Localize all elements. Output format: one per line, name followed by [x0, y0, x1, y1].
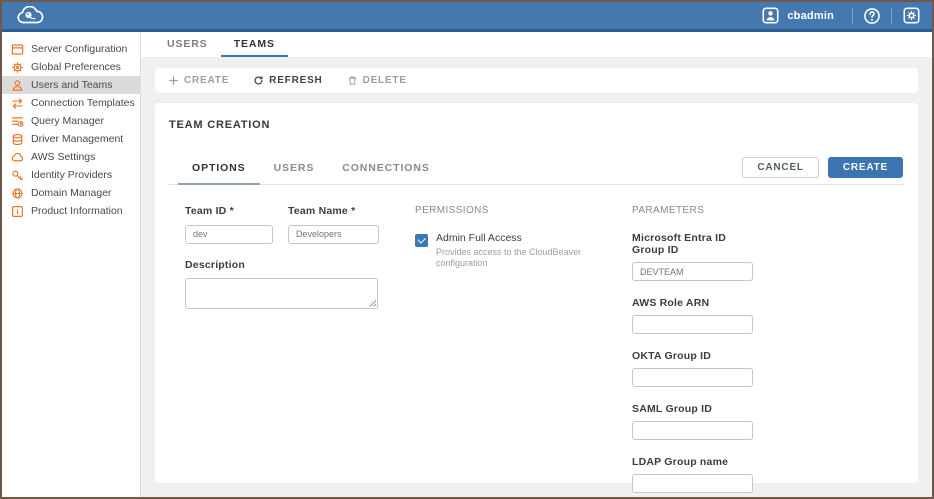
sidebar-item-label: Domain Manager — [31, 187, 112, 199]
panel-tabbar: OPTIONS USERS CONNECTIONS CANCEL CREATE — [169, 152, 903, 185]
delete-label: DELETE — [363, 75, 407, 86]
user-menu[interactable]: cbadmin — [759, 5, 834, 27]
globe-icon — [11, 187, 24, 200]
saml-group-id-input[interactable] — [632, 421, 753, 440]
sidebar-item-label: Global Preferences — [31, 61, 121, 73]
settings-icon[interactable] — [900, 5, 922, 27]
aws-role-arn-input[interactable] — [632, 315, 753, 334]
sidebar-item-domain-manager[interactable]: Domain Manager — [2, 184, 140, 202]
tab-teams[interactable]: TEAMS — [221, 32, 288, 57]
saml-group-id-label: SAML Group ID — [632, 403, 753, 415]
tab-connections[interactable]: CONNECTIONS — [328, 152, 444, 185]
sidebar-item-connection-templates[interactable]: Connection Templates — [2, 94, 140, 112]
okta-group-id-input[interactable] — [632, 368, 753, 387]
ldap-group-name-label: LDAP Group name — [632, 456, 753, 468]
delete-team-button[interactable]: DELETE — [347, 75, 407, 86]
description-textarea[interactable] — [185, 278, 378, 309]
sidebar-item-label: Query Manager — [31, 115, 104, 127]
admin-full-access-checkbox[interactable] — [415, 234, 428, 247]
cloud-icon — [11, 151, 24, 164]
top-bar: cbadmin — [2, 2, 932, 32]
tab-users[interactable]: USERS — [154, 32, 221, 57]
sidebar-item-label: Identity Providers — [31, 169, 112, 181]
main-area: USERS TEAMS CREATE — [141, 32, 932, 497]
sidebar-item-query-manager[interactable]: Query Manager — [2, 112, 140, 130]
entra-group-id-label: Microsoft Entra ID Group ID — [632, 232, 753, 256]
team-id-label: Team ID * — [185, 205, 273, 217]
team-name-label: Team Name * — [288, 205, 379, 217]
team-creation-panel: TEAM CREATION OPTIONS USERS CONNECTIONS … — [155, 103, 918, 483]
admin-full-access-description: Provides access to the CloudBeaver confi… — [436, 247, 601, 270]
sidebar-item-label: Driver Management — [31, 133, 123, 145]
server-configuration-icon — [11, 43, 24, 56]
cloudbeaver-logo — [15, 6, 45, 26]
cancel-button[interactable]: CANCEL — [742, 157, 818, 178]
username: cbadmin — [787, 10, 834, 22]
top-bar-actions: cbadmin — [759, 5, 922, 27]
trash-icon — [347, 75, 358, 86]
sidebar-item-label: AWS Settings — [31, 151, 95, 163]
sidebar-item-aws-settings[interactable]: AWS Settings — [2, 148, 140, 166]
sidebar-item-label: Connection Templates — [31, 97, 135, 109]
sidebar-item-users-and-teams[interactable]: Users and Teams — [2, 76, 140, 94]
description-label: Description — [185, 259, 379, 271]
info-icon — [11, 205, 24, 218]
sidebar-item-product-information[interactable]: Product Information — [2, 202, 140, 220]
database-icon — [11, 133, 24, 146]
parameters-header: PARAMETERS — [632, 205, 753, 216]
gear-icon — [11, 61, 24, 74]
teams-content: CREATE REFRESH DELETE — [141, 57, 932, 497]
refresh-button[interactable]: REFRESH — [253, 75, 322, 86]
aws-role-arn-label: AWS Role ARN — [632, 297, 753, 309]
teams-toolbar: CREATE REFRESH DELETE — [155, 68, 918, 93]
sidebar-item-driver-management[interactable]: Driver Management — [2, 130, 140, 148]
admin-tabs: USERS TEAMS — [141, 32, 932, 57]
entra-group-id-input[interactable] — [632, 262, 753, 281]
create-button[interactable]: CREATE — [828, 157, 903, 178]
plus-icon — [168, 75, 179, 86]
help-icon[interactable] — [861, 5, 883, 27]
query-list-icon — [11, 115, 24, 128]
admin-full-access-label: Admin Full Access — [436, 232, 601, 244]
tab-panel-users[interactable]: USERS — [260, 152, 329, 185]
sidebar-item-label: Product Information — [31, 205, 123, 217]
admin-sidebar: Server Configuration Global Preferences — [2, 32, 141, 497]
ldap-group-name-input[interactable] — [632, 474, 753, 493]
sidebar-item-label: Users and Teams — [31, 79, 113, 91]
team-name-input[interactable] — [288, 225, 379, 244]
divider — [852, 8, 853, 24]
create-label: CREATE — [184, 75, 229, 86]
panel-title: TEAM CREATION — [169, 119, 903, 131]
tab-options[interactable]: OPTIONS — [178, 152, 260, 185]
divider — [891, 8, 892, 24]
refresh-icon — [253, 75, 264, 86]
swap-arrows-icon — [11, 97, 24, 110]
refresh-label: REFRESH — [269, 75, 322, 86]
create-team-button[interactable]: CREATE — [168, 75, 229, 86]
sidebar-item-global-preferences[interactable]: Global Preferences — [2, 58, 140, 76]
sidebar-item-label: Server Configuration — [31, 43, 127, 55]
okta-group-id-label: OKTA Group ID — [632, 350, 753, 362]
team-id-input[interactable] — [185, 225, 273, 244]
key-icon — [11, 169, 24, 182]
permissions-header: PERMISSIONS — [415, 205, 601, 216]
sidebar-item-server-configuration[interactable]: Server Configuration — [2, 40, 140, 58]
app-window: cbadmin — [0, 0, 934, 499]
users-icon — [11, 79, 24, 92]
user-avatar-icon — [759, 5, 781, 27]
team-creation-form: Team ID * Team Name * Description — [169, 185, 903, 493]
sidebar-item-identity-providers[interactable]: Identity Providers — [2, 166, 140, 184]
